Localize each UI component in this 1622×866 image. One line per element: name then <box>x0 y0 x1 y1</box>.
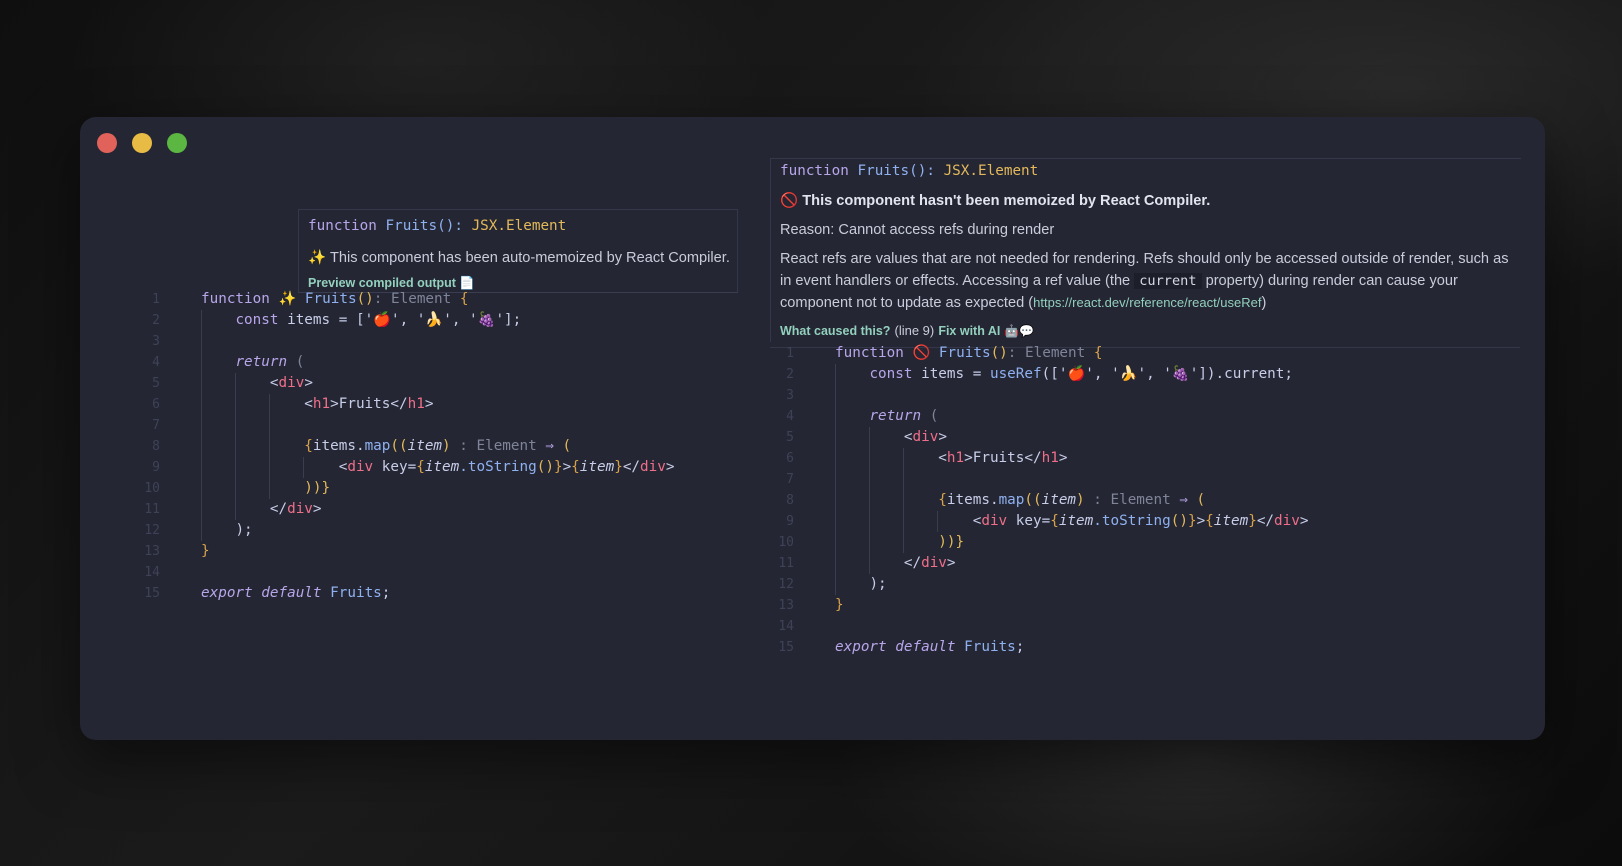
code-line: <h1>Fruits</h1> <box>938 450 1068 466</box>
document-icon: 📄 <box>459 276 475 290</box>
description-line: component not to update as expected (htt… <box>780 295 1267 311</box>
code-line: ); <box>235 522 253 538</box>
memoized-hover-tooltip: function Fruits(): JSX.Element ✨ This co… <box>298 209 738 293</box>
code-line: <div key={item.toString()}>{item}</div> <box>972 513 1309 529</box>
description-line: React refs are values that are not neede… <box>780 251 1509 267</box>
code-line: <div> <box>269 375 313 391</box>
code-line: {items.map((item) : Element ⇒ ( <box>938 492 1206 508</box>
code-line: } <box>201 543 210 559</box>
robot-speech-icon: 🤖💬 <box>1004 324 1035 338</box>
code-line: export default Fruits; <box>835 639 1025 655</box>
fix-with-ai-link[interactable]: Fix with AI <box>938 324 1000 338</box>
tooltip-actions: What caused this? (line 9) Fix with AI 🤖… <box>780 323 1035 338</box>
code-line: ); <box>869 576 887 592</box>
maximize-window-button[interactable] <box>167 133 187 153</box>
memoized-message: ✨ This component has been auto-memoized … <box>308 250 730 266</box>
code-line: ))} <box>304 480 331 496</box>
prohibited-icon: 🚫 <box>912 345 931 361</box>
tooltip-signature: function Fruits(): JSX.Element <box>780 163 1039 179</box>
code-line: <h1>Fruits</h1> <box>304 396 434 412</box>
tooltip-signature: function Fruits(): JSX.Element <box>308 218 567 234</box>
code-line: <div> <box>903 429 947 445</box>
code-line: return ( <box>869 408 939 424</box>
minimize-window-button[interactable] <box>132 133 152 153</box>
right-code-editor[interactable]: 1 2 3 4 5 6 7 8 9 10 11 12 13 14 15 func… <box>770 343 1530 663</box>
code-line: </div> <box>269 501 322 517</box>
code-line: <div key={item.toString()}>{item}</div> <box>338 459 675 475</box>
sparkles-icon: ✨ <box>308 250 327 266</box>
code-line: const items = ['🍎', '🍌', '🍇']; <box>235 312 522 328</box>
code-line: ))} <box>938 534 965 550</box>
code-line: const items = useRef(['🍎', '🍌', '🍇']).cu… <box>869 366 1294 382</box>
inline-code: current <box>1134 273 1202 289</box>
left-code-editor[interactable]: 1 2 3 4 5 6 7 8 9 10 11 12 13 14 15 func… <box>80 289 770 609</box>
code-line: export default Fruits; <box>201 585 391 601</box>
what-caused-this-link[interactable]: What caused this? <box>780 324 890 338</box>
reason-text: Reason: Cannot access refs during render <box>780 222 1055 238</box>
prohibited-icon: 🚫 <box>780 193 799 209</box>
code-content: function ✨ Fruits(): Element { const ite… <box>201 289 761 609</box>
code-line: {items.map((item) : Element ⇒ ( <box>304 438 572 454</box>
description-line: in event handlers or effects. Accessing … <box>780 273 1458 289</box>
code-line: function 🚫 Fruits(): Element { <box>835 345 1103 361</box>
code-content: function 🚫 Fruits(): Element { const ite… <box>835 343 1515 663</box>
docs-link[interactable]: https://react.dev/reference/react/useRef <box>1033 295 1261 310</box>
sparkles-icon: ✨ <box>278 291 297 307</box>
code-line: } <box>835 597 844 613</box>
not-memoized-hover-tooltip: function Fruits(): JSX.Element 🚫 This co… <box>770 158 1521 342</box>
not-memoized-title: 🚫 This component hasn't been memoized by… <box>780 193 1211 209</box>
close-window-button[interactable] <box>97 133 117 153</box>
code-line: return ( <box>235 354 305 370</box>
editor-window: function Fruits(): JSX.Element ✨ This co… <box>80 117 1545 740</box>
code-line: function ✨ Fruits(): Element { <box>201 291 469 307</box>
code-line: </div> <box>903 555 956 571</box>
